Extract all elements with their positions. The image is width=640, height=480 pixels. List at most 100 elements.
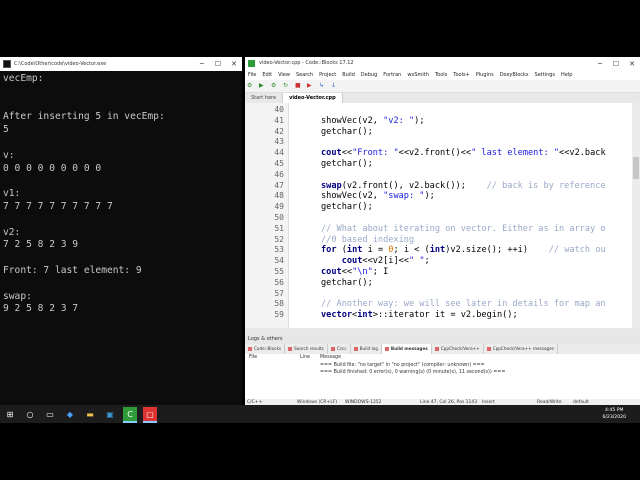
line-number: 53 [274,245,284,255]
debug-icon[interactable]: ▶ [307,83,315,89]
code-line: cout<<v2[i]<<" "; [321,256,430,266]
vscode-icon[interactable]: ◆ [63,407,77,421]
code-line: getchar(); [321,278,373,288]
console-taskbar-icon[interactable]: ▢ [143,407,157,423]
menu-build[interactable]: Build [339,70,358,80]
maximize-icon[interactable]: ☐ [608,57,624,71]
taskbar: ⊞ ○ ▭ ◆ ▬ ▣ C ▢ 4:45 PM 6/23/2020 [0,405,640,423]
vertical-scrollbar[interactable] [632,103,640,328]
menu-tools[interactable]: Tools [432,70,450,80]
line-number: 54 [274,256,284,266]
code-token: //0 based indexing [321,234,415,245]
build-run-icon[interactable]: ⚙ [271,83,279,89]
line-number: 49 [274,202,284,212]
codeblocks-title-bar[interactable]: video-Vector.cpp - Code::Blocks 17.12 ─ … [245,57,640,70]
menu-file[interactable]: File [245,70,259,80]
console-title-bar[interactable]: C:\Code\Other\code\video-Vector.exe ─ ☐ … [0,57,242,71]
log-message: === Build finished: 0 error(s), 0 warnin… [320,370,506,375]
line-number: 56 [274,277,284,287]
code-editor[interactable]: 40 41 42 43 44 45 46 47 48 49 50 51 52 53 54 55 56 57 58 59… [245,103,640,328]
menu-edit[interactable]: Edit [259,70,275,80]
code-token: " " [408,256,425,267]
log-tab-search-results[interactable]: Search results [285,344,328,354]
line-number: 51 [274,223,284,233]
code-token: // back is by reference [486,180,606,191]
code-token: swap [321,180,342,191]
build-icon[interactable]: ⚙ [247,83,255,89]
line-number: 41 [274,115,284,125]
search-icon[interactable]: ○ [23,407,37,421]
tab-start-here[interactable]: Start here [245,93,284,103]
vertical-scrollbar-thumb[interactable] [633,157,639,179]
code-line: cout<<"\n"; I [321,267,388,277]
log-tab-icon [384,347,389,351]
log-tab-cccc[interactable]: Cccc [328,344,351,354]
log-tab-icon [288,347,293,351]
code-line: // Another way: we will see later in det… [321,299,606,309]
menu-doxyblocks[interactable]: DoxyBlocks [497,70,532,80]
code-token: vector [321,310,353,321]
task-view-icon[interactable]: ▭ [43,407,57,421]
minimize-icon[interactable]: ─ [194,57,210,71]
horizontal-scrollbar[interactable] [245,328,640,335]
console-window[interactable]: C:\Code\Other\code\video-Vector.exe ─ ☐ … [0,57,242,407]
menu-plugins[interactable]: Plugins [473,70,497,80]
menu-search[interactable]: Search [293,70,316,80]
stop-icon[interactable]: ■ [295,83,303,89]
menu-view[interactable]: View [275,70,293,80]
log-tab-cppcheck-vera-[interactable]: CppCheck/Vera++ [432,344,484,354]
logs-tabs: Code::Blocks Search results Cccc Build log B… [245,344,640,354]
app-icon[interactable]: ▣ [103,407,117,421]
logs-title-text: Logs & others [248,336,283,342]
logs-panel-title: Logs & others [245,335,640,344]
column-message[interactable]: Message [320,355,341,360]
code-token: showVec(v2, [321,191,384,202]
code-token: ; i < ( [393,245,430,256]
menu-wxsmith[interactable]: wxSmith [404,70,432,80]
column-file[interactable]: File [249,355,257,360]
code-token: "Front: " [352,148,399,159]
close-icon[interactable]: ✕ [624,57,640,71]
line-number: 50 [274,213,284,222]
rebuild-icon[interactable]: ↻ [283,83,291,89]
column-line[interactable]: Line [300,355,310,360]
code-line: showVec(v2, "v2: "); [321,116,425,126]
close-icon[interactable]: ✕ [226,57,242,71]
line-number: 59 [274,310,284,320]
step-icon[interactable]: ↳ [319,83,327,89]
menu-help[interactable]: Help [558,70,575,80]
code-token: int [346,245,363,256]
line-number: 46 [274,169,284,179]
code-token: << [341,148,353,159]
code-line: cout<<"Front: "<<v2.front()<<" last elem… [321,148,606,158]
clock[interactable]: 4:45 PM 6/23/2020 [602,407,626,421]
menu-project[interactable]: Project [316,70,339,80]
log-tab-icon [248,347,252,351]
codeblocks-taskbar-icon[interactable]: C [123,407,137,423]
log-tab-build-log[interactable]: Build log [351,344,382,354]
tab-video-vector[interactable]: video-Vector.cpp [283,93,343,103]
code-token: // What about iterating on vector. Eithe… [321,223,606,234]
windows-start-icon[interactable]: ⊞ [3,407,17,421]
menu-tools-[interactable]: Tools+ [450,70,473,80]
next-line-icon[interactable]: ↓ [331,83,339,89]
code-token: <<v2[i]<< [362,256,409,267]
log-tab-icon [330,347,335,351]
code-token: ); [424,191,435,202]
log-tab-cppcheck-vera-messages[interactable]: CppCheck/Vera++ messages [484,344,558,354]
maximize-icon[interactable]: ☐ [210,57,226,71]
menu-settings[interactable]: Settings [532,70,559,80]
run-icon[interactable]: ▶ [259,83,267,89]
line-number: 47 [274,180,284,190]
log-tab-build-messages[interactable]: Build messages [381,344,432,354]
line-number: 55 [274,267,284,276]
code-token: "v2: " [383,115,415,126]
menu-debug[interactable]: Debug [358,70,380,80]
log-tab-code-blocks[interactable]: Code::Blocks [245,344,286,354]
menu-fortran[interactable]: Fortran [380,70,404,80]
file-explorer-icon[interactable]: ▬ [83,407,97,421]
codeblocks-window[interactable]: video-Vector.cpp - Code::Blocks 17.12 ─ … [245,57,640,407]
log-tab-label: Build messages [390,346,428,351]
code-line: showVec(v2, "swap: "); [321,191,435,201]
minimize-icon[interactable]: ─ [592,57,608,71]
